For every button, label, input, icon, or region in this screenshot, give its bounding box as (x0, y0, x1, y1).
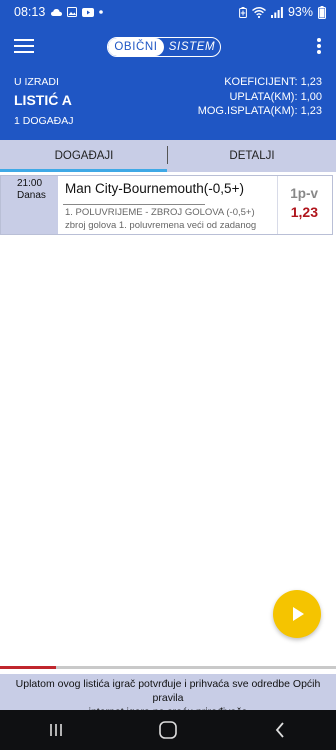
event-day: Danas (17, 190, 46, 201)
divider (63, 204, 205, 205)
tab-bar: DOGAĐAJI DETALJI (0, 140, 336, 172)
event-row[interactable]: 21:00 Danas Man City-Bournemouth(-0,5+) … (0, 175, 333, 235)
coefficient: KOEFICIJENT: 1,23 (224, 76, 322, 88)
wifi-icon (252, 6, 266, 18)
tab-dogadaji[interactable]: DOGAĐAJI (0, 140, 168, 172)
recents-icon[interactable] (36, 715, 76, 745)
menu-icon[interactable] (14, 39, 34, 55)
status-time: 08:13 (14, 5, 46, 19)
tab-indicator (0, 169, 167, 172)
event-description: zbroj golova 1. poluvremena veći od zada… (65, 220, 257, 231)
play-button[interactable] (273, 590, 321, 638)
battery-percent: 93% (287, 5, 313, 19)
event-odd: 1,23 (290, 204, 318, 220)
nav-bar (0, 710, 336, 750)
ticket-name: LISTIĆ A (14, 92, 72, 108)
status-bar: 08:13 93% (0, 0, 336, 24)
progress-line (0, 666, 336, 669)
stake: UPLATA(KM): 1,00 (229, 90, 322, 103)
home-icon[interactable] (148, 715, 188, 745)
dot-icon (99, 10, 104, 14)
back-icon[interactable] (260, 715, 300, 745)
toggle-obicni[interactable]: OBIČNI (108, 38, 164, 56)
battery-saver-icon (239, 6, 247, 18)
ticket-type-toggle[interactable]: OBIČNI SISTEM (107, 37, 221, 57)
app-bar: OBIČNI SISTEM (0, 24, 336, 70)
potential-payout: MOG.ISPLATA(KM): 1,23 (197, 105, 322, 117)
event-mark: 1p-v (290, 186, 318, 201)
footer-disclaimer: Uplatom ovog listića igrač potvrđuje i p… (0, 674, 336, 718)
ticket-status: U IZRADI (14, 76, 59, 88)
event-time-box: 21:00 Danas (1, 176, 58, 234)
divider (277, 176, 278, 234)
tab-divider (167, 146, 168, 164)
signal-icon (270, 6, 283, 18)
play-icon (293, 607, 304, 621)
more-vert-icon[interactable] (316, 38, 322, 56)
youtube-icon (82, 7, 95, 17)
cloud-icon (51, 8, 63, 16)
event-bet-type: 1. POLUVRIJEME - ZBROJ GOLOVA (-0,5+) (65, 207, 255, 218)
footer-line-1: Uplatom ovog listića igrač potvrđuje i p… (15, 678, 321, 704)
toggle-sistem[interactable]: SISTEM (164, 38, 220, 56)
battery-icon (318, 5, 326, 19)
event-match: Man City-Bournemouth(-0,5+) (65, 181, 244, 196)
event-time: 21:00 (17, 178, 43, 189)
notification-icons (51, 7, 104, 17)
ticket-event-count: 1 DOGAĐAJ (14, 115, 74, 127)
tab-detalji[interactable]: DETALJI (168, 140, 336, 172)
image-icon (67, 7, 78, 17)
ticket-values: KOEFICIJENT: 1,23 UPLATA(KM): 1,00 MOG.I… (198, 75, 322, 119)
ticket-summary: U IZRADI LISTIĆ A 1 DOGAĐAJ KOEFICIJENT:… (0, 70, 336, 140)
